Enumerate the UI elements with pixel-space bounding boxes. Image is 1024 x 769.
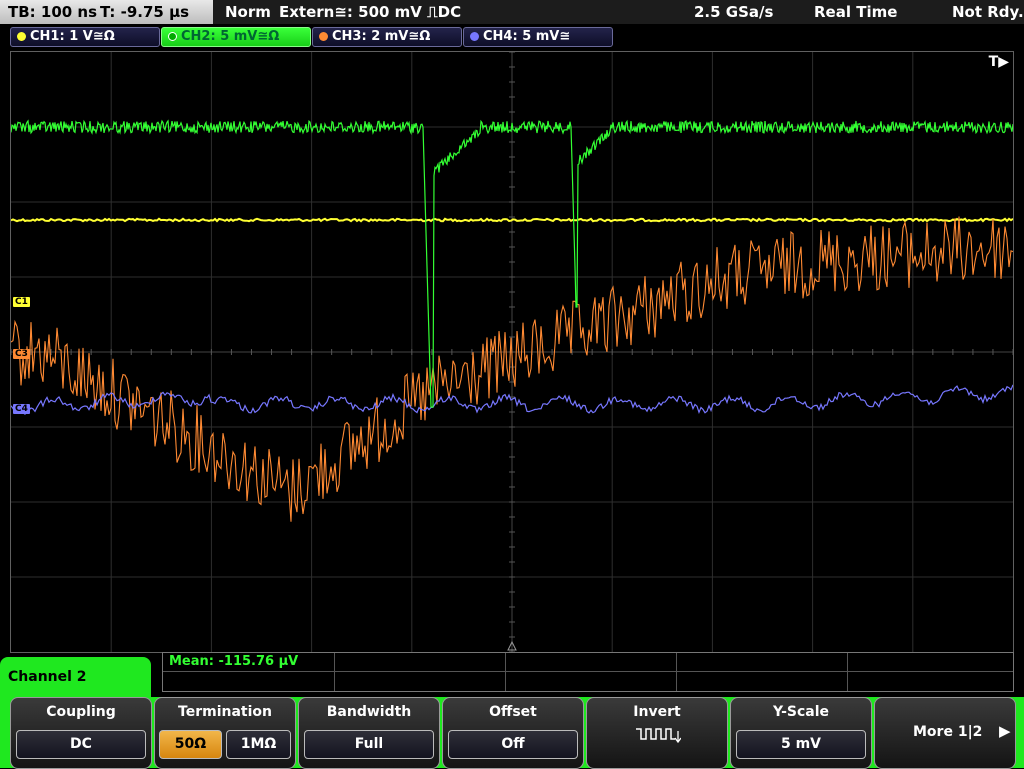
tab-ch3-label: CH3: 2 mV≅Ω [332,29,431,44]
channel-menu-title-text: Channel 2 [8,669,87,685]
offset-title: Offset [489,704,537,720]
measurement-divider [676,653,677,691]
timebase-label: TB: 100 ns [8,3,98,21]
measurement-divider [163,671,1013,672]
coupling-title: Coupling [46,704,116,720]
ch1-color-dot [17,32,26,41]
tab-ch4[interactable]: CH4: 5 mV≅ [463,27,613,47]
more-softkey[interactable]: More 1|2 ▶ [874,697,1016,769]
yscale-title: Y-Scale [772,704,829,720]
measurement-divider [847,653,848,691]
bandwidth-value[interactable]: Full [304,730,434,759]
measurement-panel: Mean: -115.76 µV [162,652,1014,692]
more-label: More 1|2 [913,724,983,740]
ch4-color-dot [470,32,479,41]
status-bar: TB: 100 ns T: -9.75 µs Norm Extern≅: 500… [0,0,1024,24]
mean-measurement: Mean: -115.76 µV [169,654,299,669]
coupling-value[interactable]: DC [16,730,146,759]
trigger-source-label[interactable]: Extern≅: 500 mV ⎍DC [279,0,461,24]
tab-ch1-label: CH1: 1 V≅Ω [30,29,115,44]
measurement-divider [334,653,335,691]
waveform-display[interactable]: T▶ C1 C3 C4 [10,51,1014,653]
next-page-icon: ▶ [999,722,1011,740]
ch4-level-marker[interactable]: C4 [13,404,30,414]
acquisition-mode-label: Real Time [814,3,898,21]
sample-rate-label: 2.5 GSa/s [694,3,774,21]
ch3-color-dot [319,32,328,41]
coupling-softkey[interactable]: Coupling DC [10,697,152,769]
tab-ch2-label: CH2: 5 mV≅Ω [181,29,280,44]
offset-softkey[interactable]: Offset Off [442,697,584,769]
yscale-value[interactable]: 5 mV [736,730,866,759]
channel-menu-title: Channel 2 [0,657,151,702]
yscale-softkey[interactable]: Y-Scale 5 mV [730,697,872,769]
tab-ch4-label: CH4: 5 mV≅ [483,29,571,44]
offset-value[interactable]: Off [448,730,578,759]
termination-softkey[interactable]: Termination 50Ω 1MΩ [154,697,296,769]
waveform-svg [11,52,1013,652]
bandwidth-title: Bandwidth [326,704,412,720]
termination-50ohm-option[interactable]: 50Ω [159,730,222,759]
ch2-color-dot [168,32,177,41]
invert-waveform-icon [636,728,681,744]
tab-ch1[interactable]: CH1: 1 V≅Ω [10,27,160,47]
acquisition-status-label: Not Rdy. [952,3,1024,21]
termination-title: Termination [178,704,272,720]
ch1-level-marker[interactable]: C1 [13,297,30,307]
invert-softkey[interactable]: Invert [586,697,728,769]
invert-title: Invert [633,704,681,720]
tab-ch3[interactable]: CH3: 2 mV≅Ω [312,27,462,47]
termination-1mohm-option[interactable]: 1MΩ [226,730,291,759]
bandwidth-softkey[interactable]: Bandwidth Full [298,697,440,769]
timebase-box[interactable]: TB: 100 ns T: -9.75 µs [0,0,213,24]
ch3-level-marker[interactable]: C3 [13,349,30,359]
measurement-divider [505,653,506,691]
trigger-mode-label[interactable]: Norm [225,0,271,24]
trigger-position-marker[interactable]: T▶ [989,54,1009,70]
ch1-trace [11,217,1013,223]
trigger-time-label: T: -9.75 µs [100,3,190,21]
tab-ch2[interactable]: CH2: 5 mV≅Ω [161,27,311,47]
